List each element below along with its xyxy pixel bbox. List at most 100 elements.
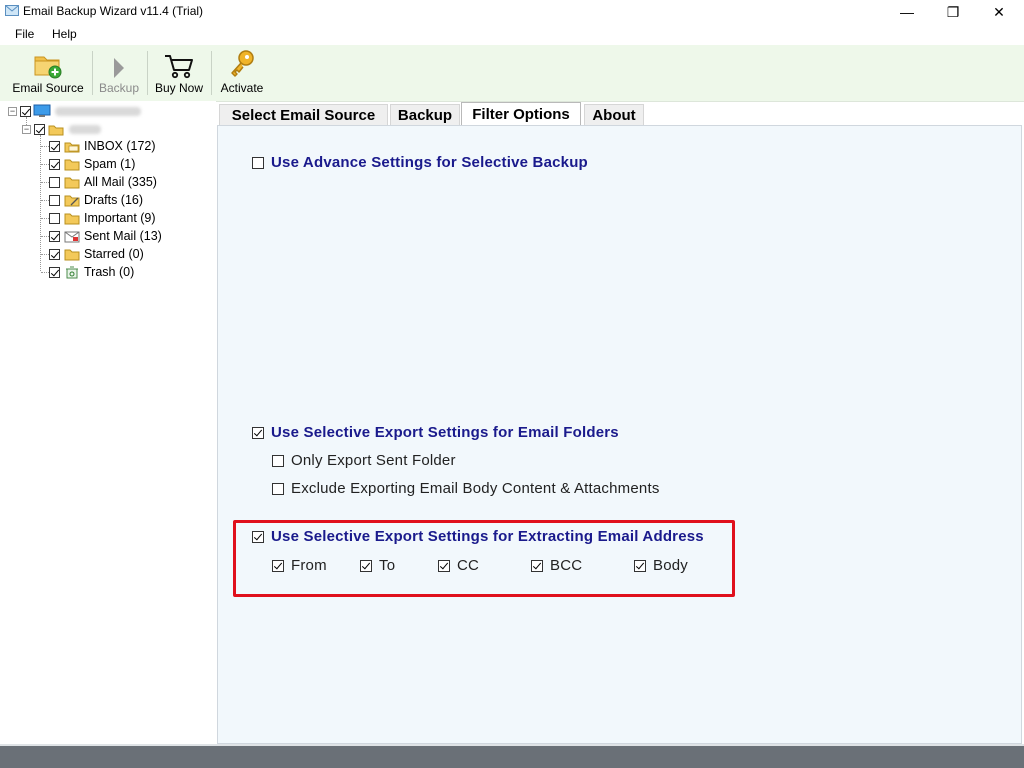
folder-label: All Mail (335) [84, 175, 157, 189]
tree-folder-item[interactable]: Trash (0) [49, 263, 134, 281]
tree-folder-item[interactable]: Starred (0) [49, 245, 144, 263]
field-body-label: Body [653, 557, 688, 574]
folder-export-label: Use Selective Export Settings for Email … [271, 424, 619, 441]
menu-help[interactable]: Help [52, 27, 77, 41]
trash-icon [64, 266, 80, 279]
address-extract-option[interactable]: Use Selective Export Settings for Extrac… [252, 528, 704, 545]
field-from-checkbox[interactable] [272, 559, 284, 572]
maximize-button[interactable]: ❐ [930, 0, 976, 24]
sent-folder-icon [64, 230, 80, 243]
folder-checkbox[interactable] [49, 140, 60, 152]
field-to-option[interactable]: To [360, 557, 395, 574]
field-bcc-option[interactable]: BCC [531, 557, 582, 574]
tab-select-email-source[interactable]: Select Email Source [219, 104, 388, 126]
toolbar-separator [211, 51, 212, 95]
folder-icon [64, 176, 80, 189]
tree-folder-item[interactable]: Spam (1) [49, 155, 135, 173]
email-source-button[interactable]: Email Source [8, 45, 88, 99]
tree-root-account[interactable] [20, 102, 141, 120]
exclude-body-checkbox[interactable] [272, 482, 284, 495]
toolbar-separator [92, 51, 93, 95]
minimize-button[interactable]: — [884, 0, 930, 24]
field-cc-option[interactable]: CC [438, 557, 479, 574]
advance-settings-checkbox[interactable] [252, 156, 264, 169]
tree-folder-item[interactable]: INBOX (172) [49, 137, 156, 155]
title-bar: Email Backup Wizard v11.4 (Trial) — ❐ ✕ [0, 0, 1024, 24]
folder-checkbox[interactable] [49, 176, 60, 188]
tree-folder-item[interactable]: All Mail (335) [49, 173, 157, 191]
tree-folder-item[interactable]: Sent Mail (13) [49, 227, 162, 245]
field-to-label: To [379, 557, 396, 574]
folder-export-checkbox[interactable] [252, 426, 264, 439]
tree-line [41, 236, 49, 237]
folder-checkbox[interactable] [49, 248, 60, 260]
folder-label: Spam (1) [84, 157, 136, 171]
status-bar [0, 744, 1024, 768]
collapse-toggle[interactable]: − [22, 125, 31, 134]
key-icon [231, 50, 254, 77]
envelope-app-icon [5, 5, 19, 16]
folder-checkbox[interactable] [49, 266, 60, 278]
field-bcc-checkbox[interactable] [531, 559, 543, 572]
email-source-label: Email Source [12, 81, 84, 95]
toolbar-separator [147, 51, 148, 95]
computer-icon [33, 104, 51, 117]
tree-line [41, 146, 49, 147]
toolbar: Email Source Backup Buy Now Activate [0, 45, 1024, 102]
cart-icon [165, 55, 193, 79]
advance-settings-option[interactable]: Use Advance Settings for Selective Backu… [252, 154, 588, 171]
activate-label: Activate [220, 81, 264, 95]
mailbox-folder-icon [48, 125, 64, 135]
tree-folder-item[interactable]: Drafts (16) [49, 191, 143, 209]
menu-file[interactable]: File [15, 27, 34, 41]
folder-label: Trash (0) [84, 265, 135, 279]
tree-mailbox[interactable] [34, 120, 101, 138]
tab-about[interactable]: About [584, 104, 644, 126]
tree-line [41, 254, 49, 255]
folder-tree: − − INBOX (172) Spam (1) All Mail (335) Dra… [0, 101, 216, 744]
sent-folder-only-checkbox[interactable] [272, 454, 284, 467]
advance-settings-label: Use Advance Settings for Selective Backu… [271, 154, 588, 171]
folder-icon [64, 248, 80, 261]
collapse-toggle[interactable]: − [8, 107, 17, 116]
backup-label: Backup [98, 81, 140, 95]
mailbox-checkbox[interactable] [34, 123, 45, 135]
folder-checkbox[interactable] [49, 230, 60, 242]
tree-line [41, 272, 49, 273]
folder-label: Drafts (16) [84, 193, 144, 207]
tree-line [41, 200, 49, 201]
tab-filter-options[interactable]: Filter Options [461, 102, 581, 126]
folder-label: Starred (0) [84, 247, 144, 261]
root-checkbox[interactable] [20, 105, 31, 117]
field-body-option[interactable]: Body [634, 557, 688, 574]
folder-checkbox[interactable] [49, 212, 60, 224]
folder-label: Sent Mail (13) [84, 229, 162, 243]
folder-label: Important (9) [84, 211, 156, 225]
folder-checkbox[interactable] [49, 194, 60, 206]
folder-label: INBOX (172) [84, 139, 156, 153]
tab-backup[interactable]: Backup [390, 104, 460, 126]
redacted-mailbox-name [69, 124, 101, 134]
drafts-folder-icon [64, 194, 80, 207]
exclude-body-option[interactable]: Exclude Exporting Email Body Content & A… [272, 480, 660, 497]
folder-export-option[interactable]: Use Selective Export Settings for Email … [252, 424, 619, 441]
activate-button[interactable]: Activate [216, 45, 268, 99]
field-from-option[interactable]: From [272, 557, 327, 574]
field-from-label: From [291, 557, 327, 574]
backup-button[interactable]: Backup [96, 45, 142, 99]
redacted-account-name [55, 106, 141, 116]
tree-folder-item[interactable]: Important (9) [49, 209, 156, 227]
folder-checkbox[interactable] [49, 158, 60, 170]
close-button[interactable]: ✕ [976, 0, 1022, 24]
play-arrow-icon [114, 58, 124, 78]
tree-line [41, 182, 49, 183]
sent-folder-only-option[interactable]: Only Export Sent Folder [272, 452, 456, 469]
menu-bar: File Help [0, 24, 1024, 45]
address-extract-checkbox[interactable] [252, 530, 264, 543]
field-body-checkbox[interactable] [634, 559, 646, 572]
buy-now-button[interactable]: Buy Now [152, 45, 206, 99]
field-to-checkbox[interactable] [360, 559, 372, 572]
field-cc-checkbox[interactable] [438, 559, 450, 572]
exclude-body-label: Exclude Exporting Email Body Content & A… [291, 480, 660, 497]
folder-icon [64, 212, 80, 225]
